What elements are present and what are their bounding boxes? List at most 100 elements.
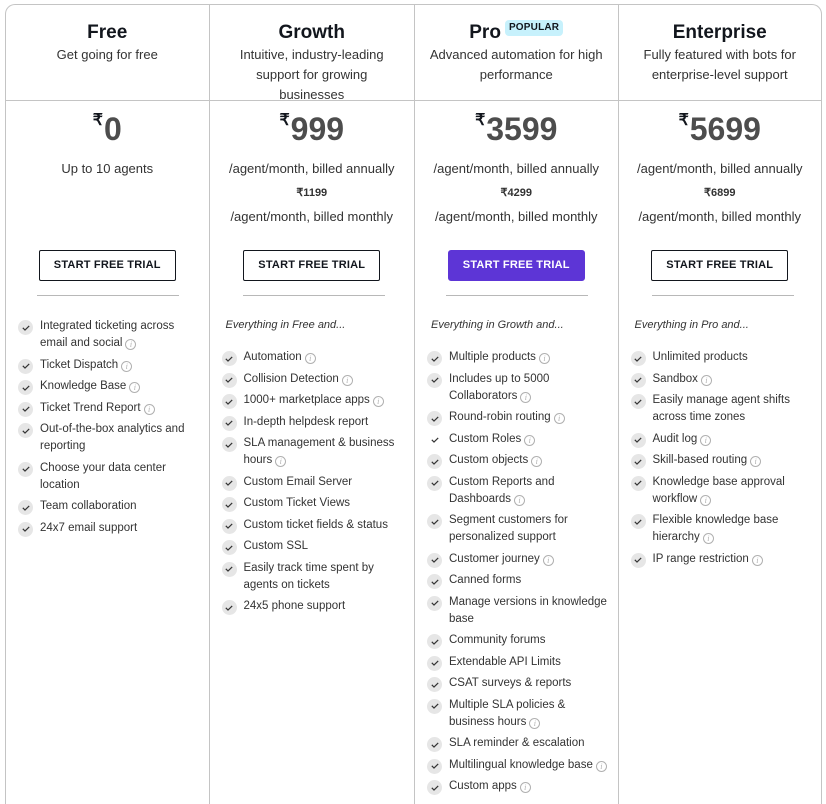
feature-label: Multilingual knowledge base [449,758,593,771]
start-free-trial-button[interactable]: START FREE TRIAL [447,250,585,281]
info-icon[interactable]: i [524,434,536,446]
check-icon [221,518,237,534]
price-value: 5699 [689,111,761,147]
feature-item: IP range restriction i [630,551,814,568]
feature-item: Customer journey i [427,551,610,568]
info-icon[interactable]: i [595,760,607,772]
check-icon [427,677,442,692]
feature-label: SLA management & business hours [243,437,395,466]
check-icon [427,351,442,366]
feature-label: Collision Detection [243,372,339,385]
check-icon [18,500,33,515]
plan-tagline: Get going for free [56,47,158,62]
feature-item: Includes up to 5000 Collaborators i [427,371,610,405]
feature-item: Knowledge base approval workflow i [630,474,814,508]
price-block: ₹3599 /agent/month, billed annually ₹429… [415,101,618,226]
check-icon [221,351,237,366]
plan-name: Pro [469,22,501,43]
feature-label: Multiple products [449,351,536,363]
feature-label: Custom apps [449,780,517,792]
monthly-price: ₹6899 [704,187,736,199]
info-icon[interactable]: i [538,353,550,364]
plan-column-enterprise: Enterprise Fully featured with bots for … [618,5,821,804]
info-icon[interactable]: i [542,554,554,566]
feature-list: Everything in Free and... Automation i Col… [221,318,407,620]
feature-item: Skill-based routing i [630,452,814,469]
info-icon[interactable]: i [125,339,137,350]
check-icon [427,634,442,649]
info-icon[interactable]: i [750,456,762,467]
feature-label: Sandbox [652,372,698,385]
check-icon [18,401,33,417]
info-icon[interactable]: i [143,403,155,415]
check-icon [427,758,442,774]
plan-price: ₹5699 [679,109,761,149]
check-icon [18,461,33,477]
feature-item: Audit log i [630,431,814,448]
check-icon [18,380,33,395]
info-icon[interactable]: i [341,374,353,386]
feature-label: SLA reminder & escalation [449,737,585,749]
feature-label: Out-of-the-box analytics and reporting [40,423,185,452]
plan-price: ₹999 [279,109,344,149]
info-icon[interactable]: i [751,554,763,566]
check-icon [18,358,33,374]
feature-label: Custom ticket fields & status [243,518,388,531]
price-block: ₹0 Up to 10 agents [6,101,209,178]
info-icon[interactable]: i [519,782,531,793]
feature-item: Custom Reports and Dashboards i [427,474,610,508]
info-icon[interactable]: i [531,456,543,467]
info-icon[interactable]: i [121,360,133,372]
plan-name: Growth [278,22,346,43]
check-icon [427,433,442,448]
info-icon[interactable]: i [514,494,526,506]
info-icon[interactable]: i [700,374,712,386]
feature-item: Multilingual knowledge base i [427,757,610,774]
info-icon[interactable]: i [702,533,714,544]
feature-label: Ticket Trend Report [40,401,141,414]
price-note: Up to 10 agents [61,161,154,176]
feature-label: Segment customers for personalized suppo… [449,514,568,543]
info-icon[interactable]: i [520,391,532,403]
feature-label: Unlimited products [652,351,748,363]
feature-label: Multiple SLA policies & business hours [449,698,566,728]
check-icon [630,514,646,529]
check-icon [427,514,442,529]
info-icon[interactable]: i [700,494,712,506]
info-icon[interactable]: i [700,434,712,446]
start-free-trial-button[interactable]: START FREE TRIAL [38,250,176,281]
feature-item: SLA management & business hours i [221,435,407,469]
info-icon[interactable]: i [304,353,316,364]
feature-label: Choose your data center location [40,461,166,491]
info-icon[interactable]: i [129,382,141,393]
check-icon [221,600,237,615]
feature-item: Segment customers for personalized suppo… [427,512,610,546]
check-icon [221,372,237,388]
price-block: ₹999 /agent/month, billed annually ₹1199… [210,101,415,226]
price-value: 0 [103,111,122,147]
start-free-trial-button[interactable]: START FREE TRIAL [651,250,789,281]
info-icon[interactable]: i [372,396,384,407]
feature-label: Easily track time spent by agents on tic… [243,561,374,591]
currency-symbol: ₹ [678,112,689,129]
check-icon [221,415,237,431]
feature-item: 24x5 phone support [221,598,407,615]
billed-annually-label: /agent/month, billed annually [228,161,395,176]
feature-item: Canned forms [427,572,610,589]
feature-item: Easily manage agent shifts across time z… [630,392,814,426]
info-icon[interactable]: i [275,456,287,467]
divider [651,295,794,296]
divider [446,295,588,296]
check-icon [221,475,237,491]
feature-label: Manage versions in knowledge base [449,595,607,625]
check-icon [427,698,442,714]
billed-annually-label: /agent/month, billed annually [636,161,803,176]
plan-price: ₹3599 [475,109,557,149]
start-free-trial-button[interactable]: START FREE TRIAL [243,250,381,281]
features-intro: Everything in Growth and... [431,319,564,331]
feature-item: Choose your data center location [18,460,201,494]
plan-header: Growth Intuitive, industry-leading suppo… [209,5,414,102]
currency-symbol: ₹ [279,112,290,129]
info-icon[interactable]: i [529,717,541,729]
info-icon[interactable]: i [553,413,565,424]
